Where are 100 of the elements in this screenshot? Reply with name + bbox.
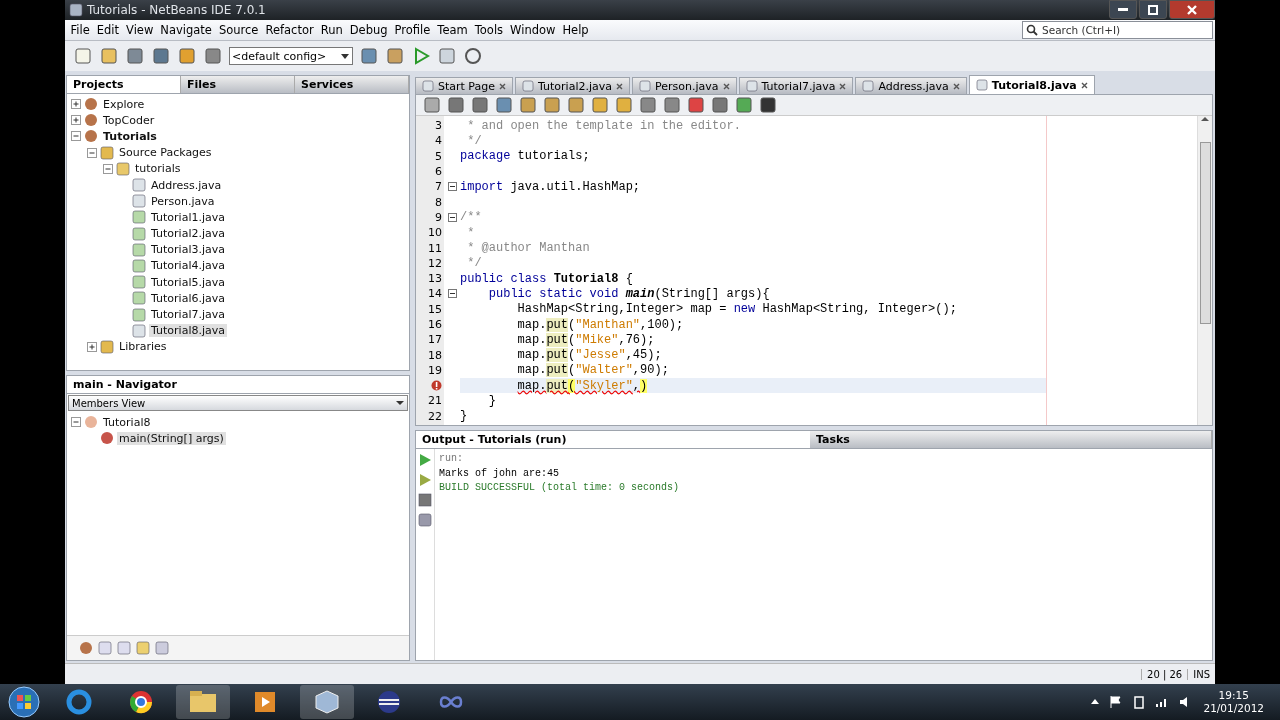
code-line: * @author Manthan xyxy=(466,241,590,255)
output-line: BUILD SUCCESSFUL (total time: 0 seconds) xyxy=(439,482,680,495)
output-line: run: xyxy=(439,453,464,466)
fold-icon[interactable] xyxy=(447,289,457,299)
tree-item[interactable]: tutorials xyxy=(133,162,183,176)
taskbar-button[interactable] xyxy=(300,685,354,719)
tree-item[interactable]: Tutorial7.java xyxy=(149,308,227,322)
line-number: 13 xyxy=(428,272,442,286)
tree-item[interactable]: Tutorial2.java xyxy=(149,227,227,241)
cursor-position: 20 | 26 xyxy=(1141,668,1188,680)
line-number: 9 xyxy=(435,210,442,224)
menu-item[interactable]: File xyxy=(67,23,94,37)
tree-item[interactable]: Person.java xyxy=(149,194,217,208)
panel-tab[interactable]: Files xyxy=(181,76,295,93)
editor-tool-icon[interactable] xyxy=(758,95,778,115)
fold-icon[interactable] xyxy=(447,182,457,192)
sphere-icon[interactable] xyxy=(376,689,402,715)
code-line: */ xyxy=(466,133,482,148)
search-box[interactable]: Search (Ctrl+I) xyxy=(1022,21,1213,39)
flag-icon[interactable] xyxy=(1109,695,1124,709)
menu-item[interactable]: View xyxy=(122,23,157,37)
code-line: map.put("Mike",76); xyxy=(516,332,655,347)
panel-tab[interactable]: Services xyxy=(295,76,409,93)
editor-tab[interactable]: Tutorial2.java xyxy=(515,77,630,94)
collapse-icon[interactable] xyxy=(103,163,113,174)
expand-icon[interactable] xyxy=(71,99,81,110)
editor-tab[interactable]: Tutorial8.java xyxy=(968,75,1095,94)
insert-mode: INS xyxy=(1187,668,1215,680)
line-number: 15 xyxy=(428,302,442,316)
line-number: 5 xyxy=(435,149,442,163)
editor-tool-icon[interactable] xyxy=(686,95,706,115)
tree-item[interactable]: Tutorial5.java xyxy=(149,275,227,289)
close-icon[interactable] xyxy=(839,82,847,90)
maximize-button[interactable] xyxy=(1139,0,1167,19)
collapse-icon[interactable] xyxy=(71,131,81,142)
browser-icon[interactable] xyxy=(128,689,154,715)
fold-icon[interactable] xyxy=(447,212,457,222)
menu-item[interactable]: Source xyxy=(215,23,262,37)
close-icon[interactable] xyxy=(616,82,623,90)
panel-tab[interactable]: Tasks xyxy=(810,431,1212,448)
tree-item[interactable]: Tutorials xyxy=(101,129,159,143)
code-line: public class Tutorial8 { xyxy=(460,271,633,286)
expand-icon[interactable] xyxy=(71,115,81,126)
line-number: 19 xyxy=(428,363,442,377)
profile-icon[interactable] xyxy=(463,46,483,66)
taskbar-button[interactable] xyxy=(176,685,230,719)
editor-tab[interactable]: Person.java xyxy=(632,77,737,94)
code-line: * xyxy=(466,225,475,240)
line-number: 7 xyxy=(435,180,442,194)
editor-tool-icon[interactable] xyxy=(470,95,490,115)
editor-tool-icon[interactable] xyxy=(446,95,466,115)
editor-tab[interactable]: Address.java xyxy=(855,77,967,94)
code-line: /** xyxy=(460,210,482,225)
code-line: * and open the template in the editor. xyxy=(466,118,741,133)
editor-tab[interactable]: Start Page xyxy=(415,77,513,94)
tray-arrow-icon[interactable] xyxy=(1091,699,1100,705)
close-button[interactable] xyxy=(1169,0,1215,19)
menu-item[interactable]: Team xyxy=(433,23,472,37)
editor-tool-icon[interactable] xyxy=(710,95,730,115)
tree-item[interactable]: TopCoder xyxy=(101,113,157,127)
menu-item[interactable]: Refactor xyxy=(261,23,318,37)
tree-item[interactable]: Libraries xyxy=(117,340,169,354)
tree-item[interactable]: Tutorial8 xyxy=(101,415,153,429)
line-number: 10 xyxy=(428,226,442,240)
tree-item[interactable]: main(String[] args) xyxy=(117,431,226,445)
close-icon[interactable] xyxy=(499,82,506,90)
tree-item[interactable]: Tutorial1.java xyxy=(149,210,227,224)
collapse-icon[interactable] xyxy=(87,147,97,158)
scrollbar-thumb[interactable] xyxy=(1199,142,1211,324)
tree-item[interactable]: Explore xyxy=(101,97,147,111)
tree-item[interactable]: Tutorial4.java xyxy=(149,259,227,273)
minimize-button[interactable] xyxy=(1109,0,1137,19)
close-icon[interactable] xyxy=(952,82,960,90)
media-player-icon[interactable] xyxy=(252,689,278,715)
close-icon[interactable] xyxy=(722,82,730,90)
tree-item[interactable]: Tutorial3.java xyxy=(149,243,227,257)
menu-item[interactable]: Run xyxy=(317,23,347,37)
editor-tab[interactable]: Tutorial7.java xyxy=(738,77,854,94)
close-icon[interactable] xyxy=(1080,81,1088,89)
infinity-icon[interactable] xyxy=(438,694,464,710)
collapse-icon[interactable] xyxy=(71,417,81,428)
battery-icon[interactable] xyxy=(1133,695,1146,709)
line-number: 11 xyxy=(428,241,442,255)
tree-item[interactable]: Address.java xyxy=(149,178,224,192)
tree-item[interactable]: Source Packages xyxy=(117,146,214,160)
menu-item[interactable]: Navigate xyxy=(156,23,216,37)
line-number: 3 xyxy=(435,119,442,133)
expand-icon[interactable] xyxy=(87,341,97,352)
tree-item[interactable]: Tutorial6.java xyxy=(149,291,227,305)
menu-item[interactable]: Edit xyxy=(93,23,123,37)
menu-item[interactable]: Tools xyxy=(471,23,507,37)
menu-item[interactable]: Debug xyxy=(346,23,392,37)
menu-item[interactable]: Profile xyxy=(391,23,434,37)
view-dropdown[interactable]: Members View xyxy=(68,395,408,411)
tree-item[interactable]: Tutorial8.java xyxy=(149,324,227,338)
clock-time: 19:15 xyxy=(1218,689,1249,702)
config-dropdown[interactable]: <default config> xyxy=(229,47,353,65)
panel-tab[interactable]: Projects xyxy=(67,76,181,93)
menu-item[interactable]: Help xyxy=(558,23,593,37)
menu-item[interactable]: Window xyxy=(506,23,559,37)
